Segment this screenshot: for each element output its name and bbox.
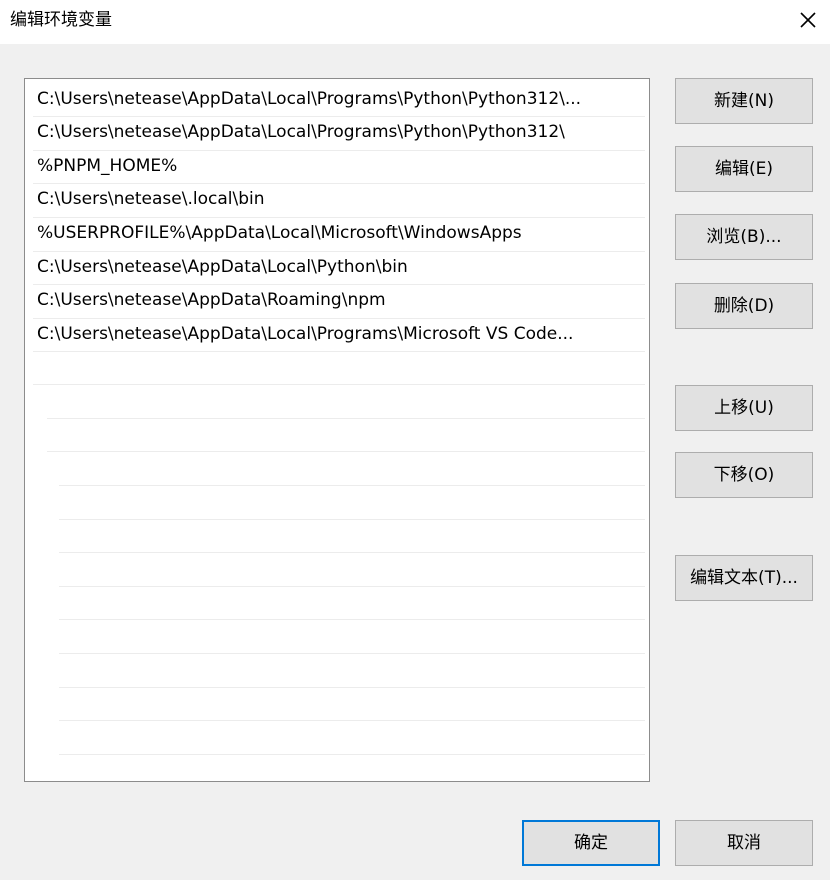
list-item[interactable]: C:\Users\netease\AppData\Roaming\npm bbox=[25, 284, 649, 317]
row-divider bbox=[33, 183, 645, 184]
row-divider bbox=[33, 217, 645, 218]
new-button[interactable]: 新建(N) bbox=[675, 78, 813, 124]
list-item[interactable]: C:\Users\netease\AppData\Local\Programs\… bbox=[25, 116, 649, 149]
cancel-button[interactable]: 取消 bbox=[675, 820, 813, 866]
row-divider bbox=[33, 116, 645, 117]
path-list[interactable]: C:\Users\netease\AppData\Local\Programs\… bbox=[24, 78, 650, 782]
row-divider bbox=[59, 687, 645, 688]
row-divider bbox=[33, 384, 645, 385]
row-divider bbox=[59, 754, 645, 755]
row-divider bbox=[59, 552, 645, 553]
list-item[interactable]: C:\Users\netease\AppData\Local\Programs\… bbox=[25, 83, 649, 116]
edit-button[interactable]: 编辑(E) bbox=[675, 146, 813, 192]
list-item[interactable]: %PNPM_HOME% bbox=[25, 150, 649, 183]
move-down-button[interactable]: 下移(O) bbox=[675, 452, 813, 498]
list-item[interactable]: C:\Users\netease\AppData\Local\Python\bi… bbox=[25, 251, 649, 284]
row-divider bbox=[59, 653, 645, 654]
row-divider bbox=[33, 351, 645, 352]
list-item[interactable]: C:\Users\netease\AppData\Local\Programs\… bbox=[25, 318, 649, 351]
move-up-button[interactable]: 上移(U) bbox=[675, 385, 813, 431]
list-item[interactable]: C:\Users\netease\.local\bin bbox=[25, 183, 649, 216]
close-button[interactable] bbox=[786, 0, 830, 40]
row-divider bbox=[59, 720, 645, 721]
close-icon bbox=[800, 12, 816, 28]
window-title: 编辑环境变量 bbox=[10, 10, 112, 30]
row-divider bbox=[59, 485, 645, 486]
ok-button[interactable]: 确定 bbox=[522, 820, 660, 866]
row-divider bbox=[33, 284, 645, 285]
row-divider bbox=[33, 150, 645, 151]
row-divider bbox=[47, 451, 645, 452]
list-item[interactable]: %USERPROFILE%\AppData\Local\Microsoft\Wi… bbox=[25, 217, 649, 250]
edit-text-button[interactable]: 编辑文本(T)... bbox=[675, 555, 813, 601]
delete-button[interactable]: 删除(D) bbox=[675, 283, 813, 329]
row-divider bbox=[59, 619, 645, 620]
row-divider bbox=[33, 251, 645, 252]
row-divider bbox=[59, 586, 645, 587]
title-bar: 编辑环境变量 bbox=[0, 0, 830, 44]
row-divider bbox=[47, 418, 645, 419]
row-divider bbox=[59, 519, 645, 520]
browse-button[interactable]: 浏览(B)... bbox=[675, 214, 813, 260]
edit-env-variable-dialog: 编辑环境变量 C:\Users\netease\AppData\Local\Pr… bbox=[0, 0, 830, 880]
row-divider bbox=[33, 318, 645, 319]
